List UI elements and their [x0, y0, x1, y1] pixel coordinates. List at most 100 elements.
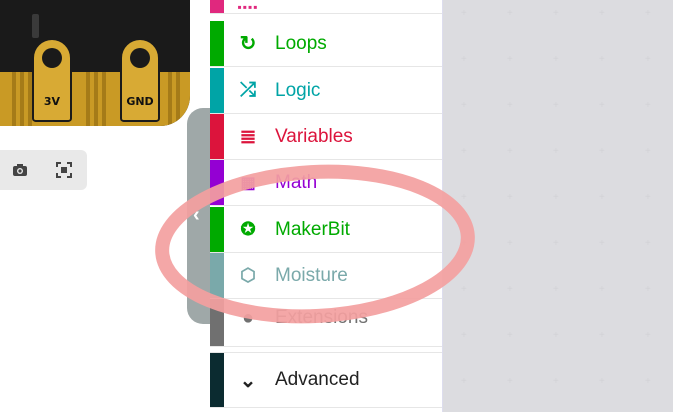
chevron-down-icon: ⌄: [239, 369, 257, 392]
workspace-grid-mark: +: [645, 330, 651, 341]
workspace-grid-mark: +: [553, 376, 559, 387]
category-label: Moisture: [275, 264, 348, 286]
board-led: [32, 14, 39, 38]
toolbox: ▪▪▪▪ ↻ Loops ⤮ Logic ≣ Variables ▦ Math …: [210, 0, 443, 412]
category-color-bar: [210, 299, 224, 346]
category-label: Loops: [275, 32, 327, 54]
pin-label: 3V: [43, 95, 61, 108]
workspace-grid-mark: +: [599, 376, 605, 387]
workspace-grid-mark: +: [507, 54, 513, 65]
workspace-grid-mark: +: [553, 284, 559, 295]
category-color-bar: [210, 253, 224, 298]
workspace-grid-mark: +: [507, 192, 513, 203]
camera-icon[interactable]: [10, 160, 30, 180]
workspace-grid-mark: +: [553, 100, 559, 111]
workspace-grid-mark: +: [645, 376, 651, 387]
connector-stripe: [20, 72, 24, 126]
category-color-bar: [210, 114, 224, 159]
category-label: Math: [275, 171, 318, 193]
toolbox-category-makerbit[interactable]: ✪ MakerBit: [210, 207, 442, 253]
simulator-panel: 3V GND: [0, 0, 208, 412]
workspace-grid-mark: +: [645, 100, 651, 111]
toolbox-category-variables[interactable]: ≣ Variables: [210, 114, 442, 160]
toolbox-category-logic[interactable]: ⤮ Logic: [210, 68, 442, 114]
workspace-grid-mark: +: [461, 238, 467, 249]
workspace-grid-mark: +: [553, 330, 559, 341]
partial-icon: ▪▪▪▪: [237, 0, 259, 14]
workspace-grid-mark: +: [599, 100, 605, 111]
workspace-grid-mark: +: [645, 146, 651, 157]
pin-3v[interactable]: 3V: [32, 38, 72, 122]
workspace-grid-mark: +: [507, 330, 513, 341]
workspace-grid-mark: +: [599, 192, 605, 203]
fullscreen-icon[interactable]: [54, 160, 74, 180]
microbit-board[interactable]: 3V GND: [0, 0, 190, 126]
workspace-grid-mark: +: [461, 330, 467, 341]
connector-stripe: [176, 72, 180, 126]
workspace-grid-mark: +: [507, 8, 513, 19]
workspace-grid-mark: +: [461, 192, 467, 203]
shuffle-icon: ⤮: [240, 79, 256, 101]
workspace-grid-mark: +: [599, 238, 605, 249]
toolbox-category-advanced[interactable]: ⌄ Advanced: [210, 352, 442, 408]
connector-stripe: [12, 72, 16, 126]
connector-stripe: [168, 72, 172, 126]
simulator-toolbar: [0, 150, 87, 190]
hexagon-icon: ⬡: [240, 265, 256, 285]
workspace-grid-mark: +: [507, 100, 513, 111]
category-color-bar: [210, 21, 224, 66]
workspace-grid-mark: +: [461, 146, 467, 157]
connector-stripe: [102, 72, 106, 126]
workspace-grid-mark: +: [553, 238, 559, 249]
toolbox-category-partial[interactable]: ▪▪▪▪: [210, 0, 442, 14]
category-color-bar: [210, 160, 224, 205]
workspace-grid-mark: +: [599, 284, 605, 295]
category-label: MakerBit: [275, 218, 350, 240]
pin-hole: [42, 48, 62, 68]
workspace-grid-mark: +: [461, 284, 467, 295]
category-label: Variables: [275, 125, 353, 147]
workspace-grid-mark: +: [645, 192, 651, 203]
list-icon: ≣: [239, 126, 257, 148]
workspace-grid-mark: +: [507, 376, 513, 387]
pin-label: GND: [126, 95, 154, 108]
category-color-bar: [210, 353, 224, 407]
connector-stripe: [94, 72, 98, 126]
workspace-grid-mark: +: [507, 238, 513, 249]
workspace-grid-mark: +: [645, 54, 651, 65]
category-label: Logic: [275, 79, 321, 101]
workspace-grid-mark: +: [507, 284, 513, 295]
toolbox-category-loops[interactable]: ↻ Loops: [210, 21, 442, 67]
toolbox-category-math[interactable]: ▦ Math: [210, 160, 442, 206]
blocks-workspace[interactable]: + + + + + + + + + + + + + + + + + + + + + + + + + + + + + + + + + + + + + + + +…: [443, 0, 673, 412]
category-color-bar: [210, 68, 224, 113]
plus-circle-icon: ●: [241, 307, 255, 329]
workspace-grid-mark: +: [599, 8, 605, 19]
loop-icon: ↻: [239, 33, 257, 55]
calculator-icon: ▦: [240, 174, 256, 192]
workspace-grid-mark: +: [461, 54, 467, 65]
category-color-bar: [210, 0, 224, 13]
chevron-left-icon: ‹: [193, 204, 200, 226]
workspace-grid-mark: +: [461, 8, 467, 19]
category-color-bar: [210, 207, 224, 252]
connector-stripe: [86, 72, 90, 126]
workspace-grid-mark: +: [645, 8, 651, 19]
workspace-grid-mark: +: [507, 146, 513, 157]
star-badge-icon: ✪: [240, 219, 256, 239]
workspace-grid-mark: +: [645, 284, 651, 295]
pin-hole: [130, 48, 150, 68]
toolbox-category-extensions[interactable]: ● Extensions: [210, 299, 442, 347]
pin-gnd[interactable]: GND: [120, 38, 160, 122]
workspace-grid-mark: +: [461, 376, 467, 387]
workspace-grid-mark: +: [553, 8, 559, 19]
category-label: Advanced: [275, 369, 360, 390]
category-label: Extensions: [275, 307, 368, 328]
workspace-grid-mark: +: [599, 330, 605, 341]
workspace-grid-mark: +: [599, 54, 605, 65]
toolbox-category-moisture[interactable]: ⬡ Moisture: [210, 253, 442, 299]
workspace-grid-mark: +: [553, 54, 559, 65]
workspace-grid-mark: +: [645, 238, 651, 249]
workspace-grid-mark: +: [553, 192, 559, 203]
workspace-grid-mark: +: [599, 146, 605, 157]
